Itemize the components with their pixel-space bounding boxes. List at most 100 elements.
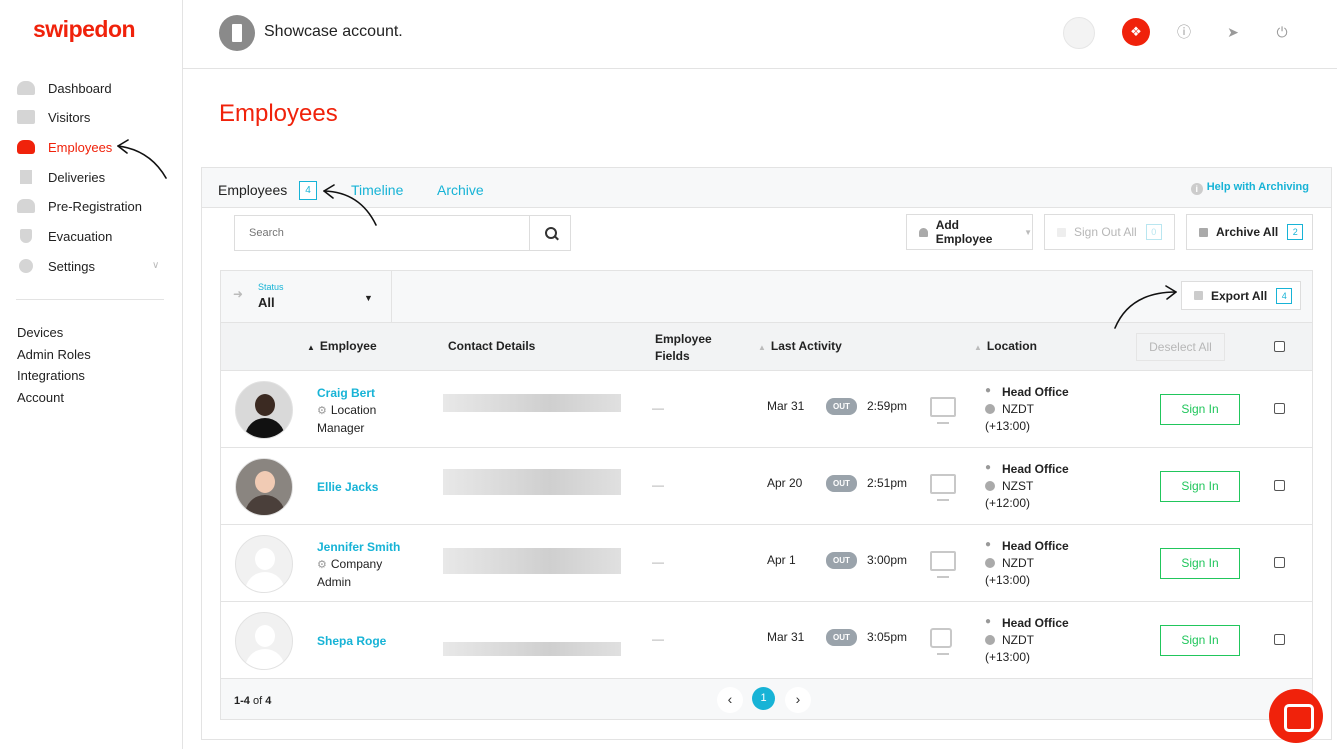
status-badge: OUT [826,629,857,646]
timezone: NZDT (+13:00) [985,401,1034,435]
avatar-body [245,418,285,438]
pagination-of: of [252,695,263,707]
sign-in-button[interactable]: Sign In [1160,625,1240,656]
status-filter-value[interactable]: All [258,295,275,310]
timezone-label: NZDT [1002,402,1034,416]
row-checkbox[interactable] [1274,557,1285,568]
caret-down-icon[interactable]: ▼ [364,293,373,303]
deselect-all-button[interactable]: Deselect All [1136,333,1225,361]
user-avatar[interactable] [1063,17,1095,49]
globe-icon [985,481,995,491]
power-icon[interactable]: ⏻ [1272,22,1292,42]
chevron-left-icon[interactable]: ‹ [717,687,743,713]
last-activity-time: 3:00pm [867,553,908,567]
add-employee-label: Add Employee [935,218,993,246]
status-badge: OUT [826,552,857,569]
tab-employees[interactable]: Employees [218,182,287,198]
chat-launcher-icon[interactable] [1269,689,1323,743]
select-all-checkbox[interactable] [1274,341,1285,352]
table-row: Jennifer Smith ⚙ Company Admin — Apr 1 OU… [221,525,1312,602]
rocket-icon[interactable]: ➤ [1223,22,1243,42]
sign-in-button[interactable]: Sign In [1160,548,1240,579]
employees-count-badge: 4 [299,181,317,200]
employee-fields-value: — [652,401,664,415]
swipedon-logo[interactable]: swipedon [33,16,136,43]
employee-name-link[interactable]: Ellie Jacks [317,480,378,494]
column-location[interactable]: ▲ Location [974,339,1037,353]
avatar-head [255,625,275,647]
globe-icon [985,635,995,645]
location-pin-icon: ● [985,539,992,550]
sidebar-item-integrations[interactable]: Integrations [17,368,85,383]
row-checkbox[interactable] [1274,634,1285,645]
add-employee-button[interactable]: Add Employee ▼ [906,214,1033,250]
last-activity-date: Apr 1 [767,553,796,567]
info-icon[interactable]: ⓘ [1174,22,1194,42]
page-title: Employees [219,100,338,127]
column-employee[interactable]: ▲ Employee [307,339,377,353]
sort-asc-icon: ▲ [307,343,315,352]
export-count-badge: 4 [1276,287,1293,304]
archive-all-button[interactable]: Archive All 2 [1186,214,1313,250]
sidebar-item-label: Deliveries [48,169,106,185]
sidebar-item-visitors[interactable]: Visitors [17,106,167,128]
sign-out-all-button[interactable]: Sign Out All 0 [1044,214,1175,250]
sidebar: swipedon Dashboard Visitors Employees De… [0,0,183,749]
row-checkbox[interactable] [1274,480,1285,491]
status-badge: OUT [826,398,857,415]
tab-timeline[interactable]: Timeline [351,182,403,198]
sign-out-all-label: Sign Out All [1074,225,1137,239]
tab-bar: Employees 4 Timeline Archive i Help with … [202,168,1331,208]
avatar-head [255,394,275,416]
page-number-current[interactable]: 1 [752,687,775,710]
employee-name-link[interactable]: Craig Bert [317,386,375,400]
chevron-down-icon[interactable]: ∨ [152,260,159,271]
last-activity-time: 2:51pm [867,476,908,490]
timezone-label: NZDT [1002,556,1034,570]
gift-icon[interactable]: ❖ [1122,18,1150,46]
deliveries-icon [20,170,32,184]
contact-details-redacted [443,642,621,656]
sidebar-item-evacuation[interactable]: Evacuation [17,225,167,247]
download-icon [1194,291,1203,300]
pagination-summary: 1-4 of 4 [234,695,271,707]
location-pin-icon: ● [985,385,992,396]
timezone: NZDT (+13:00) [985,555,1034,589]
last-activity-time: 3:05pm [867,630,908,644]
export-all-button[interactable]: Export All 4 [1181,281,1301,310]
sidebar-item-employees[interactable]: Employees [17,136,167,158]
user-icon [919,227,928,237]
caret-down-icon: ▼ [1024,227,1032,237]
sign-in-button[interactable]: Sign In [1160,394,1240,425]
last-activity-time: 2:59pm [867,399,908,413]
sidebar-item-admin-roles[interactable]: Admin Roles [17,347,91,362]
monitor-icon [930,551,956,578]
timezone: NZDT (+13:00) [985,632,1034,666]
row-checkbox[interactable] [1274,403,1285,414]
sidebar-item-settings[interactable]: Settings [17,255,167,277]
column-last-activity[interactable]: ▲ Last Activity [758,339,842,353]
help-archiving-link[interactable]: i Help with Archiving [1190,181,1309,195]
tab-archive[interactable]: Archive [437,182,484,198]
building-icon [219,15,255,51]
sidebar-item-label: Dashboard [48,80,112,96]
help-archiving-label: Help with Archiving [1206,181,1309,193]
export-all-label: Export All [1211,288,1268,303]
sidebar-item-label: Evacuation [48,228,113,244]
gear-icon: ⚙ [317,405,327,417]
sidebar-item-pre-registration[interactable]: Pre-Registration [17,195,167,217]
top-bar: Showcase account. ❖ ⓘ ➤ ⏻ [183,0,1337,69]
sidebar-item-dashboard[interactable]: Dashboard [17,77,167,99]
chevron-right-icon[interactable]: › [785,687,811,713]
search-button[interactable] [529,215,571,251]
search-input[interactable] [234,215,530,251]
column-location-label: Location [986,339,1037,353]
sign-in-button[interactable]: Sign In [1160,471,1240,502]
employee-name-link[interactable]: Jennifer Smith [317,540,400,554]
sidebar-item-devices[interactable]: Devices [17,325,63,340]
sidebar-item-account[interactable]: Account [17,390,64,405]
employee-name-link[interactable]: Shepa Roge [317,634,386,648]
table-row: Shepa Roge — Mar 31 OUT 3:05pm ● Head Of… [221,602,1312,679]
sidebar-item-deliveries[interactable]: Deliveries [17,166,167,188]
employees-table: ➜ Status All ▼ Export All 4 ▲ Employee Co… [220,270,1313,720]
